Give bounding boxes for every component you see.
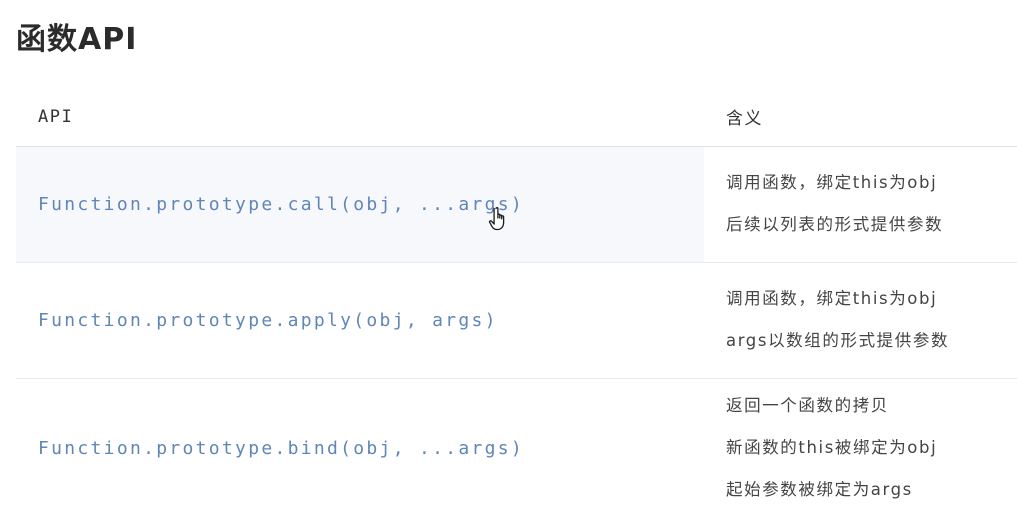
meaning-cell-apply: 调用函数，绑定this为obj args以数组的形式提供参数: [704, 262, 1017, 379]
table-row: Function.prototype.call(obj, ...args) 调用…: [16, 146, 1017, 263]
meaning-cell-bind: 返回一个函数的拷贝 新函数的this被绑定为obj 起始参数被绑定为args: [704, 378, 1017, 518]
hand-pointer-icon: [488, 207, 505, 231]
meaning-line: 调用函数，绑定this为obj: [726, 173, 938, 192]
meaning-line: 后续以列表的形式提供参数: [726, 215, 944, 234]
page-title: 函数API: [16, 22, 138, 57]
page: 函数API API 含义 Function.prototype.call(obj…: [0, 0, 1017, 528]
api-cell-bind: Function.prototype.bind(obj, ...args): [38, 437, 525, 459]
meaning-line: 起始参数被绑定为args: [726, 480, 913, 500]
meaning-line: 返回一个函数的拷贝: [726, 396, 889, 416]
table-header-row: API 含义: [16, 88, 1017, 147]
meaning-cell-call: 调用函数，绑定this为obj 后续以列表的形式提供参数: [704, 146, 1017, 263]
meaning-line: args以数组的形式提供参数: [726, 331, 950, 350]
table-row: Function.prototype.apply(obj, args) 调用函数…: [16, 262, 1017, 379]
api-cell-call: Function.prototype.call(obj, ...args): [16, 146, 704, 263]
header-meaning: 含义: [704, 88, 1017, 147]
api-table: API 含义 Function.prototype.call(obj, ...a…: [16, 88, 1017, 518]
header-api: API: [16, 88, 704, 147]
api-cell-apply: Function.prototype.apply(obj, args): [16, 262, 704, 379]
meaning-line: 新函数的this被绑定为obj: [726, 438, 938, 458]
meaning-line: 调用函数，绑定this为obj: [726, 289, 938, 308]
table-row: Function.prototype.bind(obj, ...args) 返回…: [16, 378, 1017, 518]
